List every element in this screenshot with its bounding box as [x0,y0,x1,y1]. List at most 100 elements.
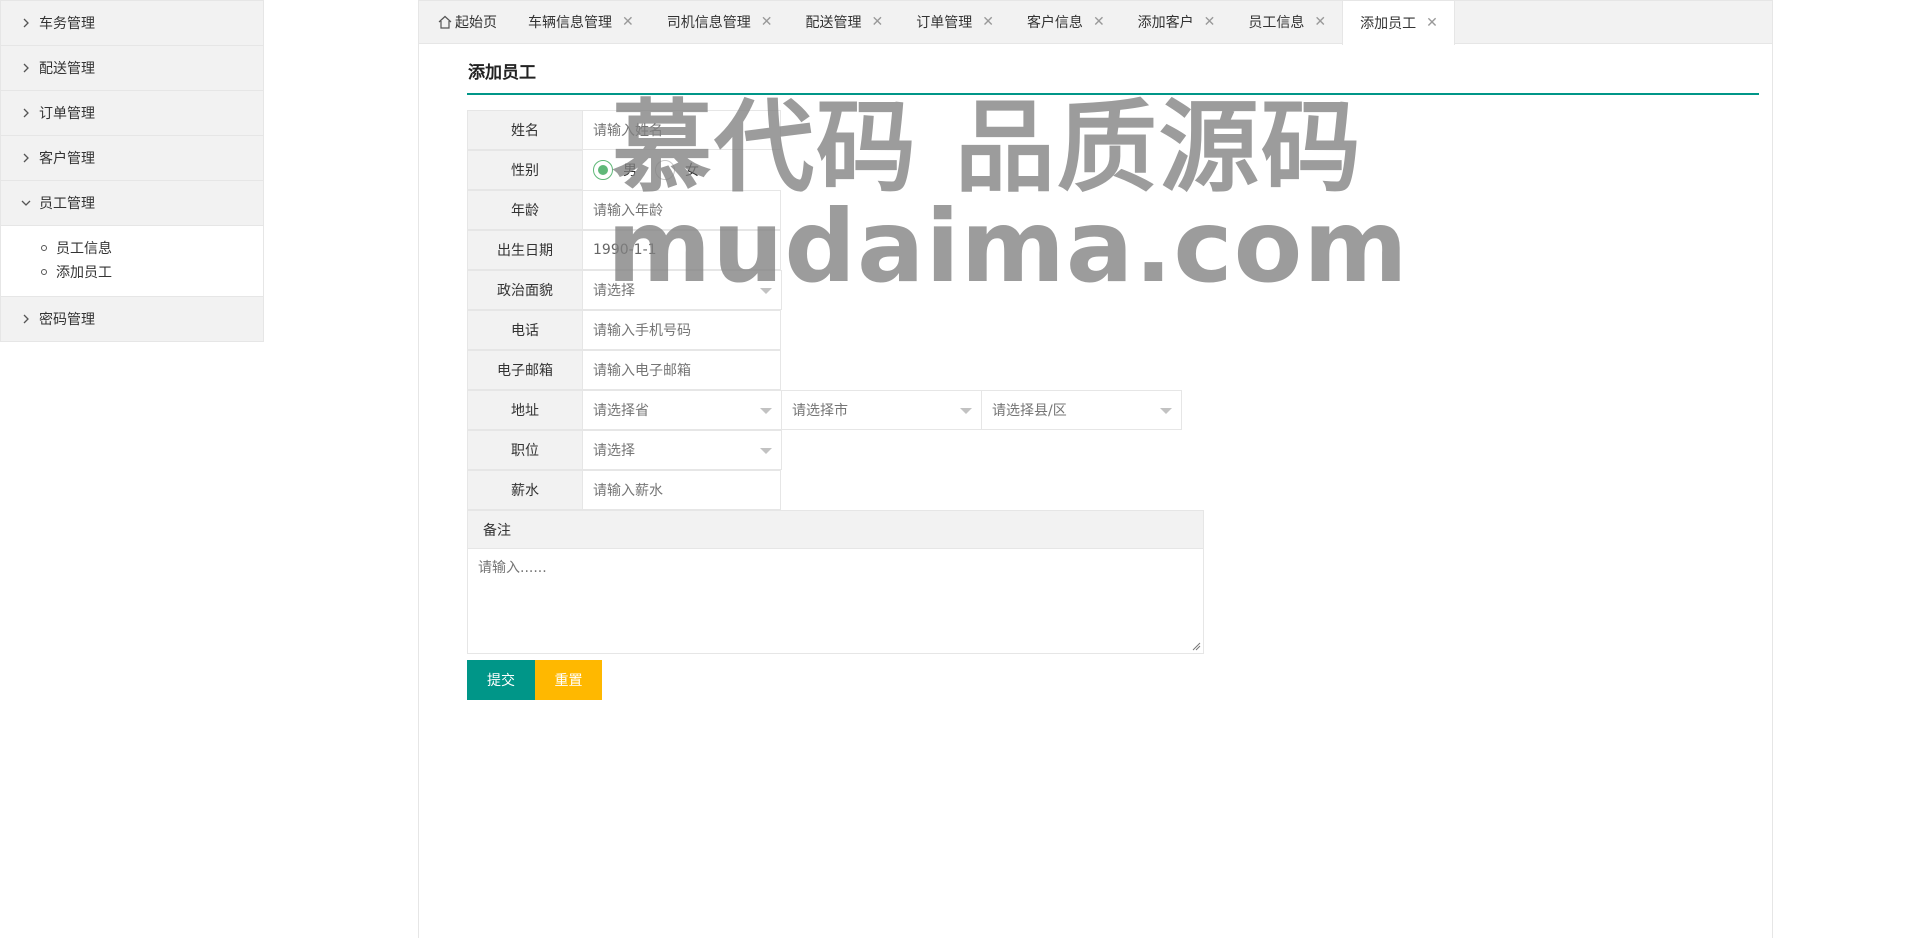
radio-checked-icon [593,160,613,180]
sidebar-item-vehicle-affairs[interactable]: 车务管理 [1,1,263,46]
tab-add-customer[interactable]: 添加客户 ✕ [1121,1,1232,43]
form-row-gender: 性别 男 女 [467,150,717,190]
caret-down-icon [1160,408,1172,414]
sidebar-submenu-employees: 员工信息 添加员工 [1,226,263,297]
resize-grip-icon[interactable] [1191,641,1201,651]
field-label: 薪水 [467,470,583,510]
close-icon[interactable]: ✕ [622,14,634,30]
chevron-right-icon [19,151,33,165]
sidebar-item-orders[interactable]: 订单管理 [1,91,263,136]
sidebar-item-label: 订单管理 [39,106,95,122]
field-label: 出生日期 [467,230,583,270]
close-icon[interactable]: ✕ [871,14,883,30]
field-label: 性别 [467,150,583,190]
home-icon [438,15,452,29]
birth-date-input[interactable]: 1990-1-1 [583,230,781,270]
caret-down-icon [760,448,772,454]
tab-customer-info[interactable]: 客户信息 ✕ [1010,1,1121,43]
tab-driver-info[interactable]: 司机信息管理 ✕ [650,1,789,43]
form-row-age: 年龄 请输入年龄 [467,190,781,230]
sidebar-subitem-add-employee[interactable]: 添加员工 [41,260,263,284]
remark-label: 备注 [468,511,1203,549]
bullet-icon [41,245,47,251]
select-value: 请选择县/区 [992,403,1067,419]
field-label: 年龄 [467,190,583,230]
email-input[interactable]: 请输入电子邮箱 [583,350,781,390]
sidebar-item-employees[interactable]: 员工管理 [1,181,263,226]
politics-select[interactable]: 请选择 [583,270,782,310]
sidebar-item-label: 配送管理 [39,61,95,77]
tab-label: 员工信息 [1248,15,1305,31]
tab-add-employee[interactable]: 添加员工 ✕ [1342,1,1455,45]
birth-date-value: 1990-1-1 [593,242,657,258]
tab-delivery[interactable]: 配送管理 ✕ [788,1,899,43]
form-row-politics: 政治面貌 请选择 [467,270,782,310]
field-label: 姓名 [467,110,583,150]
city-select[interactable]: 请选择市 [782,390,982,430]
close-icon[interactable]: ✕ [761,14,773,30]
tab-label: 添加员工 [1360,16,1417,32]
salary-input[interactable]: 请输入薪水 [583,470,781,510]
content-area: 添加员工 姓名 请输入姓名 性别 男 女 年龄 请输入年龄 出生日期 1990-… [467,44,1762,700]
close-icon[interactable]: ✕ [1093,14,1105,30]
tab-label: 客户信息 [1026,15,1083,31]
sidebar-item-password[interactable]: 密码管理 [1,297,263,342]
sidebar-item-delivery[interactable]: 配送管理 [1,46,263,91]
tab-label: 订单管理 [916,15,973,31]
sidebar-item-label: 密码管理 [39,312,95,328]
tab-vehicle-info[interactable]: 车辆信息管理 ✕ [511,1,650,43]
position-select[interactable]: 请选择 [583,430,782,470]
gender-radio-male[interactable]: 男 [593,160,637,180]
radio-label: 男 [623,163,637,179]
field-label: 电子邮箱 [467,350,583,390]
phone-input[interactable]: 请输入手机号码 [583,310,781,350]
close-icon[interactable]: ✕ [982,14,994,30]
sidebar-subitem-label: 员工信息 [56,241,112,257]
field-label: 政治面貌 [467,270,583,310]
chevron-right-icon [19,16,33,30]
form-row-birth: 出生日期 1990-1-1 [467,230,781,270]
main-panel: 起始页 车辆信息管理 ✕ 司机信息管理 ✕ 配送管理 ✕ 订单管理 ✕ 客户信息 ✕ 添加… [418,0,1773,938]
caret-down-icon [760,408,772,414]
tab-employee-info[interactable]: 员工信息 ✕ [1231,1,1342,43]
form-row-name: 姓名 请输入姓名 [467,110,781,150]
tab-home[interactable]: 起始页 [419,1,511,43]
radio-unchecked-icon [655,160,675,180]
select-value: 请选择省 [593,403,649,419]
province-select[interactable]: 请选择省 [583,390,782,430]
name-input[interactable]: 请输入姓名 [583,110,781,150]
gender-radio-female[interactable]: 女 [655,160,699,180]
tab-label: 添加客户 [1137,15,1194,31]
remark-textarea[interactable] [468,549,1203,653]
form-row-salary: 薪水 请输入薪水 [467,470,781,510]
form-row-phone: 电话 请输入手机号码 [467,310,781,350]
sidebar-item-label: 车务管理 [39,16,95,32]
sidebar-subitem-employee-info[interactable]: 员工信息 [41,236,263,260]
page-title: 添加员工 [467,44,1759,95]
sidebar-item-customers[interactable]: 客户管理 [1,136,263,181]
age-input[interactable]: 请输入年龄 [583,190,781,230]
close-icon[interactable]: ✕ [1426,15,1438,31]
bullet-icon [41,269,47,275]
tab-orders[interactable]: 订单管理 ✕ [899,1,1010,43]
caret-down-icon [960,408,972,414]
remark-box: 备注 [467,510,1204,654]
county-select[interactable]: 请选择县/区 [982,390,1182,430]
reset-button[interactable]: 重置 [535,660,602,700]
submit-button[interactable]: 提交 [467,660,535,700]
caret-down-icon [760,288,772,294]
select-value: 请选择 [593,443,635,459]
close-icon[interactable]: ✕ [1314,14,1326,30]
field-label: 电话 [467,310,583,350]
sidebar-item-label: 员工管理 [39,196,95,212]
close-icon[interactable]: ✕ [1204,14,1216,30]
tab-bar: 起始页 车辆信息管理 ✕ 司机信息管理 ✕ 配送管理 ✕ 订单管理 ✕ 客户信息 ✕ 添加… [419,1,1772,45]
form-row-position: 职位 请选择 [467,430,782,470]
form-row-email: 电子邮箱 请输入电子邮箱 [467,350,781,390]
sidebar-item-label: 客户管理 [39,151,95,167]
tab-label: 司机信息管理 [666,15,751,31]
tab-label: 配送管理 [805,15,862,31]
gender-radio-group: 男 女 [583,150,717,190]
radio-label: 女 [685,163,699,179]
field-label: 职位 [467,430,583,470]
